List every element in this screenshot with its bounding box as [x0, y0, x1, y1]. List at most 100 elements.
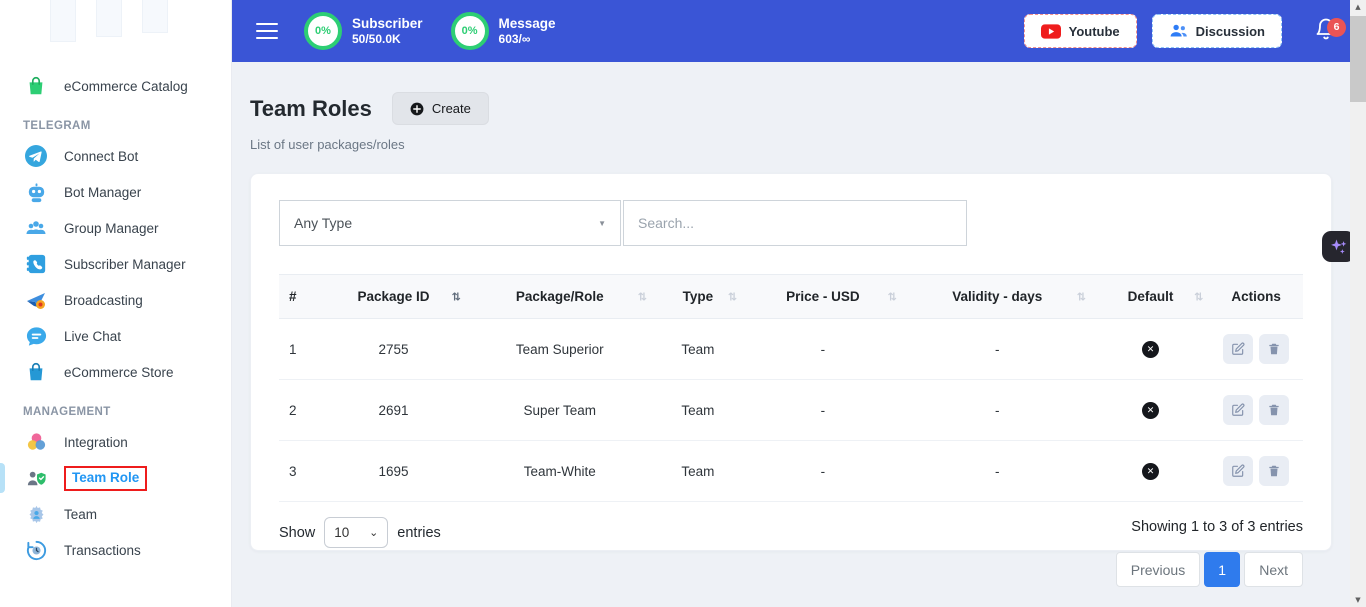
previous-page-button[interactable]: Previous — [1116, 552, 1200, 587]
vertical-scrollbar[interactable]: ▲ ▼ — [1350, 0, 1366, 607]
notification-bell[interactable]: 6 — [1314, 16, 1338, 47]
create-button[interactable]: Create — [392, 92, 489, 125]
transactions-history-icon — [23, 537, 49, 563]
edit-button[interactable] — [1223, 456, 1253, 486]
cell-actions — [1209, 319, 1303, 380]
cell-default: ✕ — [1092, 380, 1209, 441]
cell-package-role: Team Superior — [467, 319, 653, 380]
search-input[interactable] — [623, 200, 967, 246]
showing-entries-text: Showing 1 to 3 of 3 entries — [1116, 519, 1303, 535]
youtube-button[interactable]: Youtube — [1024, 14, 1137, 48]
x-circle-icon: ✕ — [1142, 402, 1159, 419]
cell-type: Team — [653, 319, 743, 380]
sidebar-item-integration[interactable]: Integration — [0, 424, 231, 460]
column-header-package-id[interactable]: Package ID⇅ — [320, 275, 466, 319]
table-header-row: # Package ID⇅ Package/Role⇅ Type⇅ Price … — [279, 275, 1303, 319]
cell-package-role: Super Team — [467, 380, 653, 441]
scrollbar-thumb[interactable] — [1350, 16, 1366, 102]
integration-icon — [23, 429, 49, 455]
create-button-label: Create — [432, 101, 471, 116]
cell-package-role: Team-White — [467, 441, 653, 502]
edit-button[interactable] — [1223, 395, 1253, 425]
subscriber-progress-circle: 0% — [304, 12, 342, 50]
message-stat-value: 603/∞ — [499, 32, 556, 46]
subscriber-stat: 0% Subscriber 50/50.0K — [304, 12, 423, 50]
delete-button[interactable] — [1259, 395, 1289, 425]
sidebar-item-live-chat[interactable]: Live Chat — [0, 318, 231, 354]
sidebar-item-ecommerce-catalog[interactable]: eCommerce Catalog — [0, 68, 231, 104]
column-header-index: # — [279, 275, 320, 319]
sidebar-item-broadcasting[interactable]: Broadcasting — [0, 282, 231, 318]
logo-bar — [50, 0, 76, 42]
telegram-icon — [23, 143, 49, 169]
sidebar-item-connect-bot[interactable]: Connect Bot — [0, 138, 231, 174]
column-header-validity[interactable]: Validity - days⇅ — [903, 275, 1092, 319]
sidebar-item-subscriber-manager[interactable]: Subscriber Manager — [0, 246, 231, 282]
page-size-value: 10 — [334, 525, 349, 540]
message-stat-label: Message — [499, 16, 556, 33]
column-header-type[interactable]: Type⇅ — [653, 275, 743, 319]
type-filter-select[interactable]: Any Type ▼ — [279, 200, 621, 246]
main-area: 0% Subscriber 50/50.0K 0% Message 603/∞ … — [232, 0, 1366, 607]
table-row: 3 1695 Team-White Team - - ✕ — [279, 441, 1303, 502]
pagination: Previous 1 Next — [1116, 552, 1303, 587]
robot-icon — [23, 179, 49, 205]
scroll-down-arrow[interactable]: ▼ — [1350, 593, 1366, 607]
page-subtitle: List of user packages/roles — [250, 137, 1332, 152]
roles-table: # Package ID⇅ Package/Role⇅ Type⇅ Price … — [279, 274, 1303, 502]
top-header-bar: 0% Subscriber 50/50.0K 0% Message 603/∞ … — [232, 0, 1366, 62]
sidebar: eCommerce Catalog TELEGRAM Connect Bot B… — [0, 0, 232, 607]
roles-card: Any Type ▼ # Package ID⇅ Package/Role⇅ T… — [250, 173, 1332, 551]
sidebar-item-label: eCommerce Store — [64, 365, 174, 380]
current-page-button[interactable]: 1 — [1204, 552, 1240, 587]
sidebar-item-team-role[interactable]: Team Role — [0, 460, 231, 496]
sidebar-item-team[interactable]: Team — [0, 496, 231, 532]
cell-validity: - — [903, 441, 1092, 502]
cell-index: 3 — [279, 441, 320, 502]
sidebar-item-group-manager[interactable]: Group Manager — [0, 210, 231, 246]
sidebar-item-label: Connect Bot — [64, 149, 138, 164]
sidebar-item-label: Group Manager — [64, 221, 159, 236]
page-size-group: Show 10 ⌄ entries — [279, 517, 441, 548]
shopping-bag-icon — [23, 73, 49, 99]
app-logo — [0, 0, 231, 44]
page-title: Team Roles — [250, 96, 372, 122]
x-circle-icon: ✕ — [1142, 463, 1159, 480]
scroll-up-arrow[interactable]: ▲ — [1350, 0, 1366, 14]
sidebar-item-label: eCommerce Catalog — [64, 79, 188, 94]
page-size-select[interactable]: 10 ⌄ — [324, 517, 388, 548]
delete-button[interactable] — [1259, 334, 1289, 364]
caret-down-icon: ▼ — [598, 219, 606, 228]
sidebar-item-label: Live Chat — [64, 329, 121, 344]
column-header-price[interactable]: Price - USD⇅ — [743, 275, 903, 319]
sidebar-section-telegram: TELEGRAM — [0, 110, 231, 138]
cell-index: 1 — [279, 319, 320, 380]
broadcast-icon — [23, 287, 49, 313]
sort-icon: ⇅ — [638, 290, 647, 303]
next-page-button[interactable]: Next — [1244, 552, 1303, 587]
message-stat: 0% Message 603/∞ — [451, 12, 556, 50]
sidebar-item-ecommerce-store[interactable]: eCommerce Store — [0, 354, 231, 390]
cell-package-id: 2755 — [320, 319, 466, 380]
message-progress-circle: 0% — [451, 12, 489, 50]
hamburger-menu-icon[interactable] — [256, 18, 280, 44]
column-header-package-role[interactable]: Package/Role⇅ — [467, 275, 653, 319]
delete-button[interactable] — [1259, 456, 1289, 486]
discussion-button[interactable]: Discussion — [1152, 14, 1282, 48]
sidebar-item-bot-manager[interactable]: Bot Manager — [0, 174, 231, 210]
store-bag-icon — [23, 359, 49, 385]
team-gear-icon — [23, 501, 49, 527]
sort-icon: ⇅ — [451, 290, 460, 303]
cell-index: 2 — [279, 380, 320, 441]
type-filter-value: Any Type — [294, 215, 352, 231]
sort-icon: ⇅ — [1077, 290, 1086, 303]
chevron-down-icon: ⌄ — [369, 526, 378, 539]
cell-package-id: 2691 — [320, 380, 466, 441]
table-row: 1 2755 Team Superior Team - - ✕ — [279, 319, 1303, 380]
column-header-default[interactable]: Default⇅ — [1092, 275, 1209, 319]
annotation-red-box: Team Role — [64, 466, 147, 491]
edit-button[interactable] — [1223, 334, 1253, 364]
sidebar-item-transactions[interactable]: Transactions — [0, 532, 231, 568]
cell-default: ✕ — [1092, 441, 1209, 502]
discussion-users-icon — [1169, 23, 1188, 39]
